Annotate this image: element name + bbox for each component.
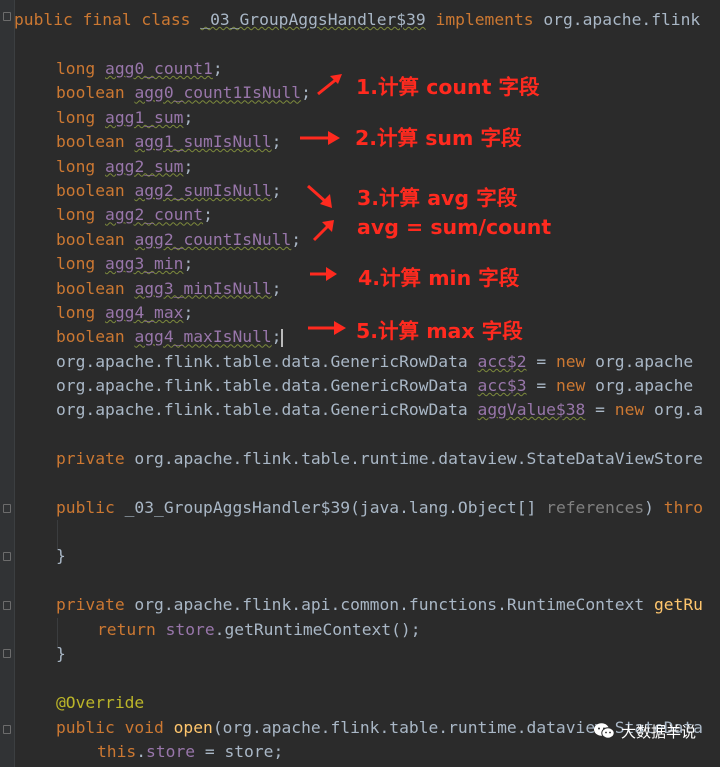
code-line-class-decl: public final class _03_GroupAggsHandler$… [14, 10, 701, 29]
watermark-text: 大数据羊说 [620, 722, 696, 741]
code-line-close-brace: } [56, 546, 66, 565]
code-line-field: boolean agg2_countIsNull; [56, 229, 302, 249]
annotation-avg: 3.计算 avg 字段 [357, 186, 518, 210]
arrow-icon [317, 74, 342, 96]
annotation-min: 4.计算 min 字段 [358, 266, 520, 290]
code-line-field: boolean agg1_sumIsNull; [56, 132, 282, 152]
fold-marker[interactable] [3, 12, 11, 21]
watermark: 大数据羊说 [593, 719, 696, 743]
annotation-sum: 2.计算 sum 字段 [355, 126, 522, 150]
code-line-field: boolean agg0_count1IsNull; [56, 83, 311, 103]
fold-marker[interactable] [3, 552, 11, 561]
code-line-field: long agg1_sum; [56, 107, 194, 127]
annotation-count: 1.计算 count 字段 [356, 75, 540, 99]
code-line-override: @Override [56, 693, 145, 712]
wechat-icon [593, 723, 615, 739]
code-line-field: long agg4_max; [56, 303, 194, 322]
code-line-field: boolean agg2_sumIsNull; [56, 181, 282, 200]
code-line-return: return store.getRuntimeContext(); [97, 620, 421, 639]
text-cursor [281, 328, 284, 347]
code-line-field: long agg2_count; [56, 205, 213, 225]
code-line-constructor: public _03_GroupAggsHandler$39(java.lang… [56, 498, 703, 517]
annotation-max: 5.计算 max 字段 [356, 319, 523, 343]
code-line-assign-store: this.store = store; [97, 742, 284, 761]
code-line-rowdata: org.apache.flink.table.data.GenericRowDa… [56, 376, 694, 395]
code-line-field: boolean agg3_minIsNull; [56, 278, 282, 298]
arrow-icon [307, 184, 332, 208]
arrow-icon [308, 321, 346, 335]
fold-marker[interactable] [3, 649, 11, 658]
code-line-field: long agg3_min; [56, 254, 194, 274]
code-line-field: long agg2_sum; [56, 156, 194, 176]
code-line-field: boolean agg4_maxIsNull; [56, 327, 284, 347]
code-line-rowdata: org.apache.flink.table.data.GenericRowDa… [56, 400, 704, 419]
code-line-store-decl: private org.apache.flink.table.runtime.d… [56, 449, 703, 468]
code-line-close-brace: } [56, 644, 66, 663]
fold-marker[interactable] [3, 504, 11, 513]
editor-gutter [0, 0, 15, 767]
arrow-icon [312, 220, 334, 242]
fold-marker[interactable] [3, 725, 11, 734]
arrow-icon [300, 131, 340, 145]
code-line-rowdata: org.apache.flink.table.data.GenericRowDa… [56, 352, 694, 371]
code-line-get-runtime-context: private org.apache.flink.api.common.func… [56, 595, 703, 614]
fold-marker[interactable] [3, 601, 11, 610]
annotation-avg-formula: avg = sum/count [357, 215, 552, 239]
arrow-icon [310, 267, 337, 281]
code-line-field: long agg0_count1; [56, 59, 223, 78]
